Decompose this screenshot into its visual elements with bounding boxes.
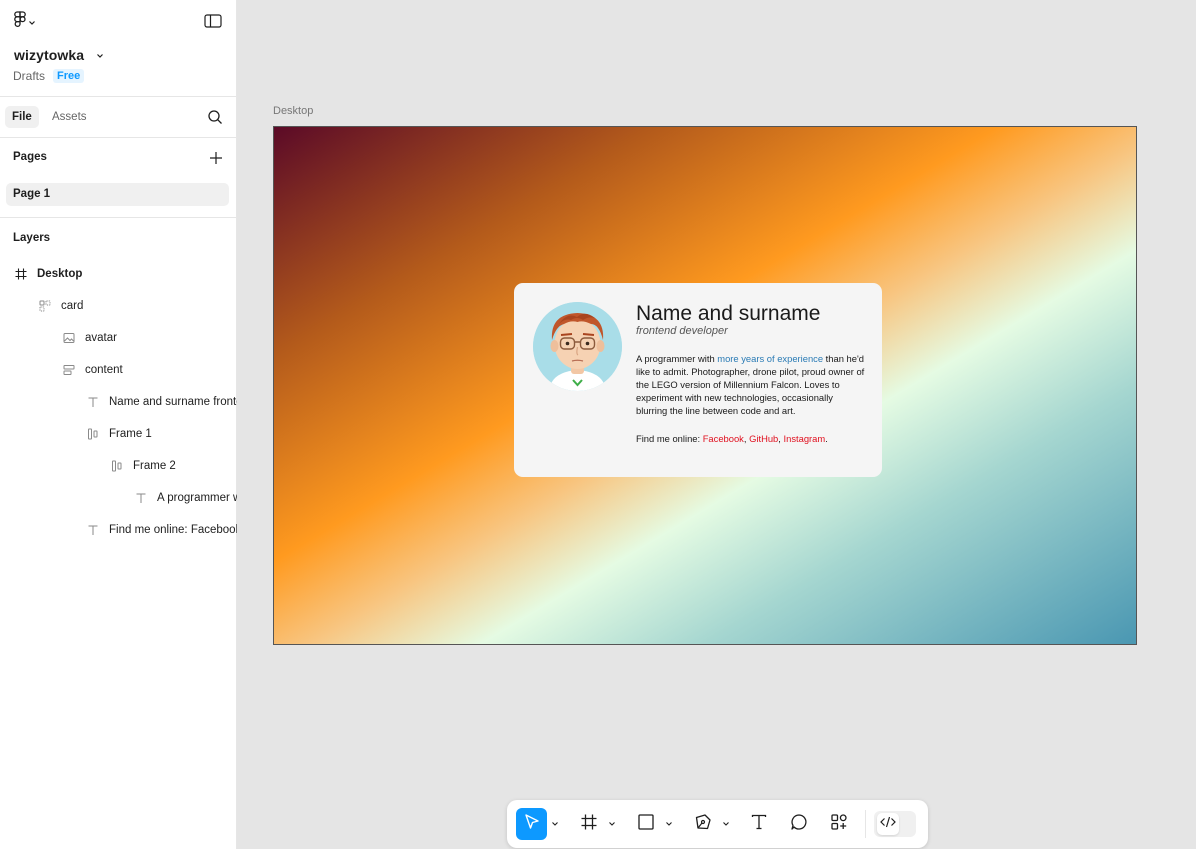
plan-badge[interactable]: Free <box>53 69 85 83</box>
avatar <box>533 302 622 391</box>
rectangle-icon <box>637 813 655 836</box>
frame-tool-button[interactable] <box>573 808 604 840</box>
layer-label: card <box>61 300 84 312</box>
card-title: Name and surname <box>636 302 821 325</box>
card-description: A programmer with more years of experien… <box>636 352 866 417</box>
comment-icon <box>790 813 808 836</box>
shape-tool-menu[interactable] <box>664 818 674 828</box>
layer-text-programmer[interactable]: A programmer with more years of experien… <box>133 487 237 509</box>
pen-tool-menu[interactable] <box>721 818 731 828</box>
layer-desktop[interactable]: Desktop <box>13 263 237 285</box>
plus-icon <box>208 152 224 170</box>
dev-mode-toggle[interactable] <box>874 811 916 837</box>
find-label: Find me online: <box>636 433 703 444</box>
sidebar-icon <box>204 14 222 32</box>
layer-label: content <box>85 364 123 376</box>
text-icon <box>85 522 101 538</box>
business-card[interactable]: Name and surname frontend developer A pr… <box>514 283 882 477</box>
sidebar-tabs: File Assets <box>0 97 237 138</box>
layer-label: Frame 2 <box>133 460 176 472</box>
file-name: wizytowka <box>14 47 85 63</box>
experience-link[interactable]: more years of experience <box>717 353 823 364</box>
github-link[interactable]: GitHub <box>749 433 778 444</box>
auto-layout-horizontal-icon <box>109 458 125 474</box>
tab-assets[interactable]: Assets <box>45 106 94 128</box>
instagram-link[interactable]: Instagram <box>784 433 826 444</box>
frame-icon <box>13 266 29 282</box>
figma-logo-icon <box>14 11 26 33</box>
frame-tool-menu[interactable] <box>607 818 617 828</box>
chevron-down-icon <box>608 814 616 832</box>
toolbar-divider <box>865 810 866 838</box>
layer-frame-1[interactable]: Frame 1 <box>85 423 237 445</box>
chevron-down-icon <box>722 814 730 832</box>
period: . <box>825 433 828 444</box>
layers-header: Layers <box>13 232 51 244</box>
pen-icon <box>694 813 712 836</box>
card-subtitle: frontend developer <box>636 325 728 337</box>
layer-label: avatar <box>85 332 117 344</box>
layer-label: Frame 1 <box>109 428 152 440</box>
chevron-down-icon <box>96 46 104 64</box>
code-icon <box>880 815 896 833</box>
add-page-button[interactable] <box>208 150 224 166</box>
image-icon <box>61 330 77 346</box>
layer-frame-2[interactable]: Frame 2 <box>109 455 237 477</box>
page-item-page-1[interactable]: Page 1 <box>6 183 229 206</box>
frame-label[interactable]: Desktop <box>273 105 313 117</box>
actions-icon <box>830 813 848 836</box>
drafts-link[interactable]: Drafts <box>13 69 45 83</box>
file-location-row: Drafts Free <box>13 69 85 83</box>
comment-tool-button[interactable] <box>783 808 814 840</box>
auto-layout-grid-icon <box>37 298 53 314</box>
left-sidebar: wizytowka Drafts Free File Assets Pages … <box>0 0 237 849</box>
desc-text: A programmer with <box>636 353 718 364</box>
layer-label: Desktop <box>37 268 83 280</box>
move-tool-menu[interactable] <box>550 818 560 828</box>
layer-text-name[interactable]: Name and surname frontend developer <box>85 391 237 413</box>
bottom-toolbar <box>507 800 928 848</box>
text-icon <box>85 394 101 410</box>
move-tool-button[interactable] <box>516 808 547 840</box>
layer-label: A programmer with more years of experien… <box>157 492 237 504</box>
actions-tool-button[interactable] <box>823 808 854 840</box>
chevron-down-icon <box>551 814 559 832</box>
pen-tool-button[interactable] <box>687 808 718 840</box>
card-find-me: Find me online: Facebook, GitHub, Instag… <box>636 433 828 444</box>
main-menu-button[interactable] <box>14 11 44 33</box>
rectangle-tool-button[interactable] <box>630 808 661 840</box>
facebook-link[interactable]: Facebook <box>703 433 744 444</box>
search-icon <box>207 110 223 129</box>
layer-card[interactable]: card <box>37 295 237 317</box>
layer-label: Find me online: Facebook, GitHub, Instag… <box>109 524 237 536</box>
toggle-sidebar-button[interactable] <box>204 14 222 30</box>
tab-file[interactable]: File <box>5 106 39 128</box>
chevron-down-icon <box>28 13 36 31</box>
sidebar-divider <box>0 217 237 218</box>
file-name-dropdown[interactable]: wizytowka <box>14 46 104 64</box>
search-layers-button[interactable] <box>207 109 224 126</box>
auto-layout-vertical-icon <box>61 362 77 378</box>
frame-icon <box>580 813 598 836</box>
layer-label: Name and surname frontend developer <box>109 396 237 408</box>
text-icon <box>750 813 768 836</box>
layer-content[interactable]: content <box>61 359 237 381</box>
layer-avatar[interactable]: avatar <box>61 327 237 349</box>
text-tool-button[interactable] <box>743 808 774 840</box>
cursor-arrow-icon <box>523 813 541 836</box>
chevron-down-icon <box>665 814 673 832</box>
pages-header: Pages <box>13 151 47 163</box>
text-icon <box>133 490 149 506</box>
file-header: wizytowka Drafts Free <box>0 0 237 97</box>
auto-layout-horizontal-icon <box>85 426 101 442</box>
dev-mode-knob <box>877 813 899 835</box>
layer-text-find-me[interactable]: Find me online: Facebook, GitHub, Instag… <box>85 519 237 541</box>
